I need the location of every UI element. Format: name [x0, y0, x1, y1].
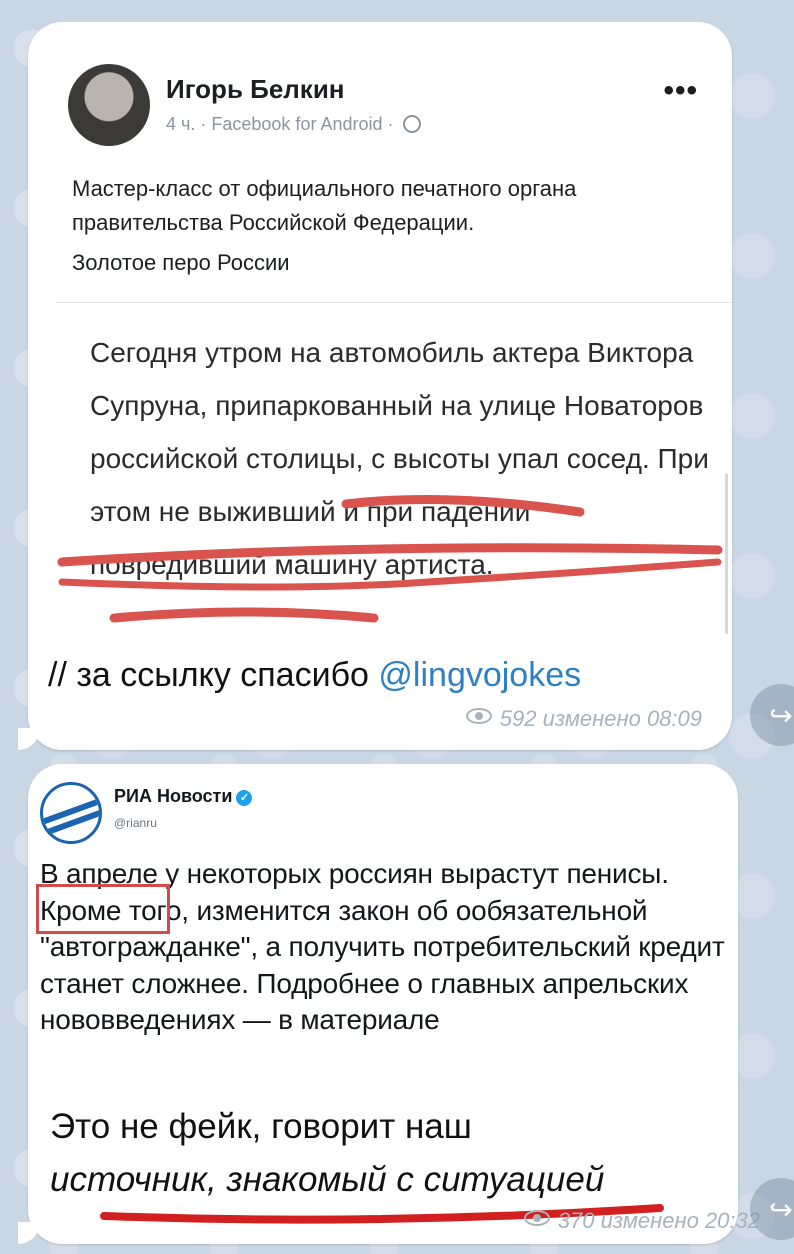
comment-underline	[100, 1204, 664, 1224]
views-icon	[523, 1210, 550, 1226]
views-count: 370	[557, 1208, 595, 1233]
share-icon: ↪	[769, 699, 793, 731]
edited-time: изменено 20:32	[600, 1208, 760, 1233]
message-info: 370 изменено 20:32	[523, 1208, 760, 1234]
share-icon: ↪	[769, 1193, 793, 1225]
